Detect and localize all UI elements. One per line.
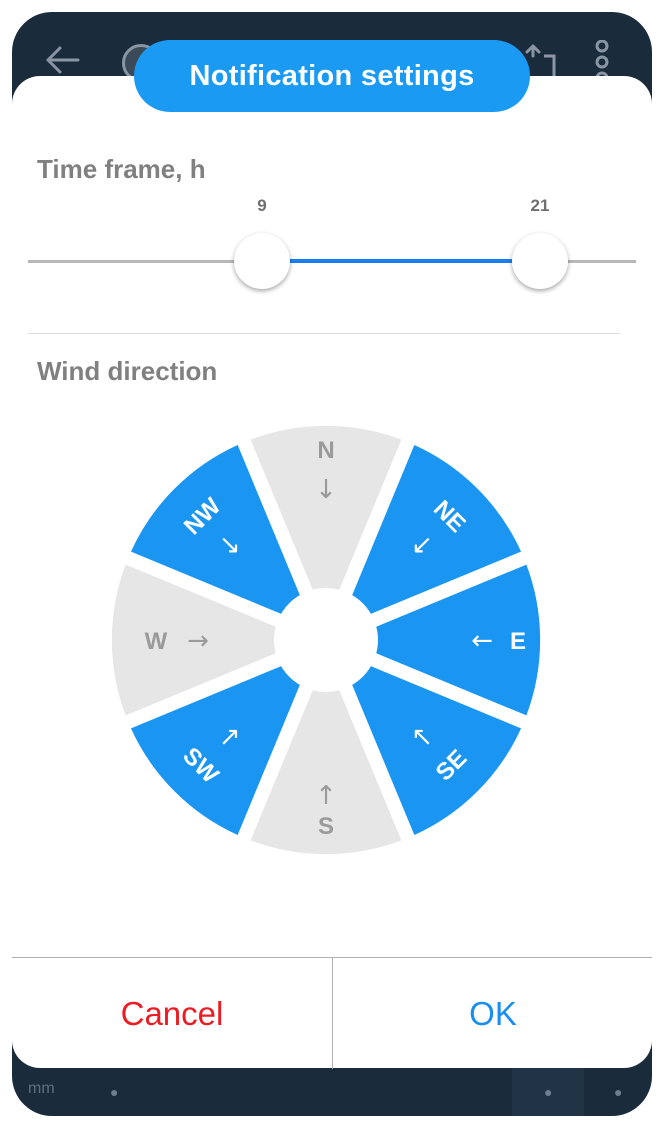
raindrop-icon: ● — [614, 1084, 623, 1100]
forecast-cell: ● — [512, 1068, 584, 1116]
wind-arrow-icon: ↘ — [219, 530, 241, 560]
precipitation-unit: mm — [28, 1080, 55, 1097]
dialog-title: Notification settings — [134, 40, 530, 112]
wind-direction-name: S — [318, 813, 334, 840]
slider-selected-range — [262, 259, 540, 263]
time-frame-label: Time frame, h — [37, 154, 206, 184]
compass-center — [274, 588, 378, 692]
wind-direction-name: W — [145, 628, 168, 655]
wind-arrow-icon: → — [187, 626, 209, 656]
time-frame-range-slider[interactable]: 9 21 — [28, 196, 636, 326]
raindrop-icon: ● — [544, 1084, 553, 1100]
cancel-button[interactable]: Cancel — [12, 958, 332, 1069]
wind-arrow-icon: ↗ — [219, 722, 241, 752]
wind-arrow-icon: ← — [471, 626, 493, 656]
wind-sector-label-s: S↑ — [315, 781, 337, 840]
slider-max-thumb[interactable] — [512, 233, 568, 289]
section-divider — [28, 333, 620, 334]
wind-direction-name: E — [510, 628, 526, 655]
wind-arrow-icon: ↙ — [411, 530, 433, 560]
max-value-label: 21 — [530, 196, 550, 215]
wind-direction-name: N — [317, 437, 334, 464]
dialog-button-bar: Cancel OK — [12, 957, 652, 1069]
raindrop-icon: ● — [110, 1084, 119, 1100]
wind-arrow-icon: ↖ — [411, 722, 433, 752]
forecast-strip: mm ● ● ● — [12, 1068, 652, 1116]
notification-settings-dialog: Notification settings Time frame, h 9 21… — [12, 40, 652, 1069]
ok-button[interactable]: OK — [333, 958, 653, 1069]
wind-direction-compass: N↓NE↙E←SE↖S↑SW↗W →NW↘ — [111, 425, 541, 855]
min-value-label: 9 — [257, 196, 267, 215]
wind-direction-label: Wind direction — [37, 356, 218, 386]
wind-arrow-icon: ↓ — [315, 475, 337, 505]
wind-arrow-icon: ↑ — [315, 781, 337, 811]
slider-min-thumb[interactable] — [234, 233, 290, 289]
